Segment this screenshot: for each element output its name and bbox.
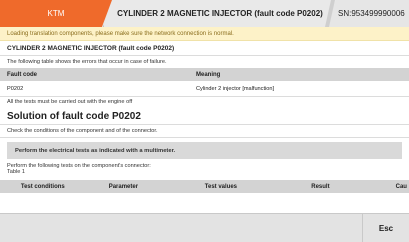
parameter-header: Parameter — [108, 183, 139, 190]
solution-title: Solution of fault code P0202 — [0, 108, 409, 125]
meaning-cell: Cylinder 2 injector [malfunction] — [196, 85, 275, 92]
perform-text: Perform the following tests on the compo… — [7, 163, 151, 169]
fault-table-header: Fault code Meaning — [0, 68, 409, 81]
fault-code-header: Fault code — [7, 71, 38, 78]
electrical-test-note: Perform the electrical tests as indicate… — [7, 142, 402, 159]
tab-fault-title[interactable]: CYLINDER 2 MAGNETIC INJECTOR (fault code… — [103, 0, 336, 27]
tab-serial-number[interactable]: SN:953499990006 — [338, 0, 409, 27]
esc-button[interactable]: Esc — [362, 214, 409, 242]
bottom-bar: Esc — [0, 213, 409, 242]
result-header: Result — [311, 183, 330, 190]
top-bar: KTM CYLINDER 2 MAGNETIC INJECTOR (fault … — [0, 0, 409, 27]
meaning-header: Meaning — [196, 71, 221, 78]
loading-banner: Loading translation components, please m… — [0, 27, 409, 41]
test-conditions-header: Test conditions — [20, 183, 65, 190]
tab-ktm[interactable]: KTM — [0, 0, 112, 27]
check-text: Check the conditions of the component an… — [0, 125, 409, 138]
table-label: Table 1 — [7, 169, 26, 175]
fault-code-cell: P0202 — [7, 85, 24, 92]
intro-text: The following table shows the errors tha… — [7, 59, 167, 65]
test-table-header: Test conditions Parameter Test values Re… — [0, 180, 409, 193]
engine-note: All the tests must be carried out with t… — [7, 99, 133, 105]
page-title: CYLINDER 2 MAGNETIC INJECTOR (fault code… — [0, 41, 409, 56]
test-values-header: Test values — [204, 183, 238, 190]
cause-header: Cau — [395, 183, 407, 190]
table-row: P0202 Cylinder 2 injector [malfunction] — [0, 81, 409, 97]
main-content: Loading translation components, please m… — [0, 27, 409, 213]
